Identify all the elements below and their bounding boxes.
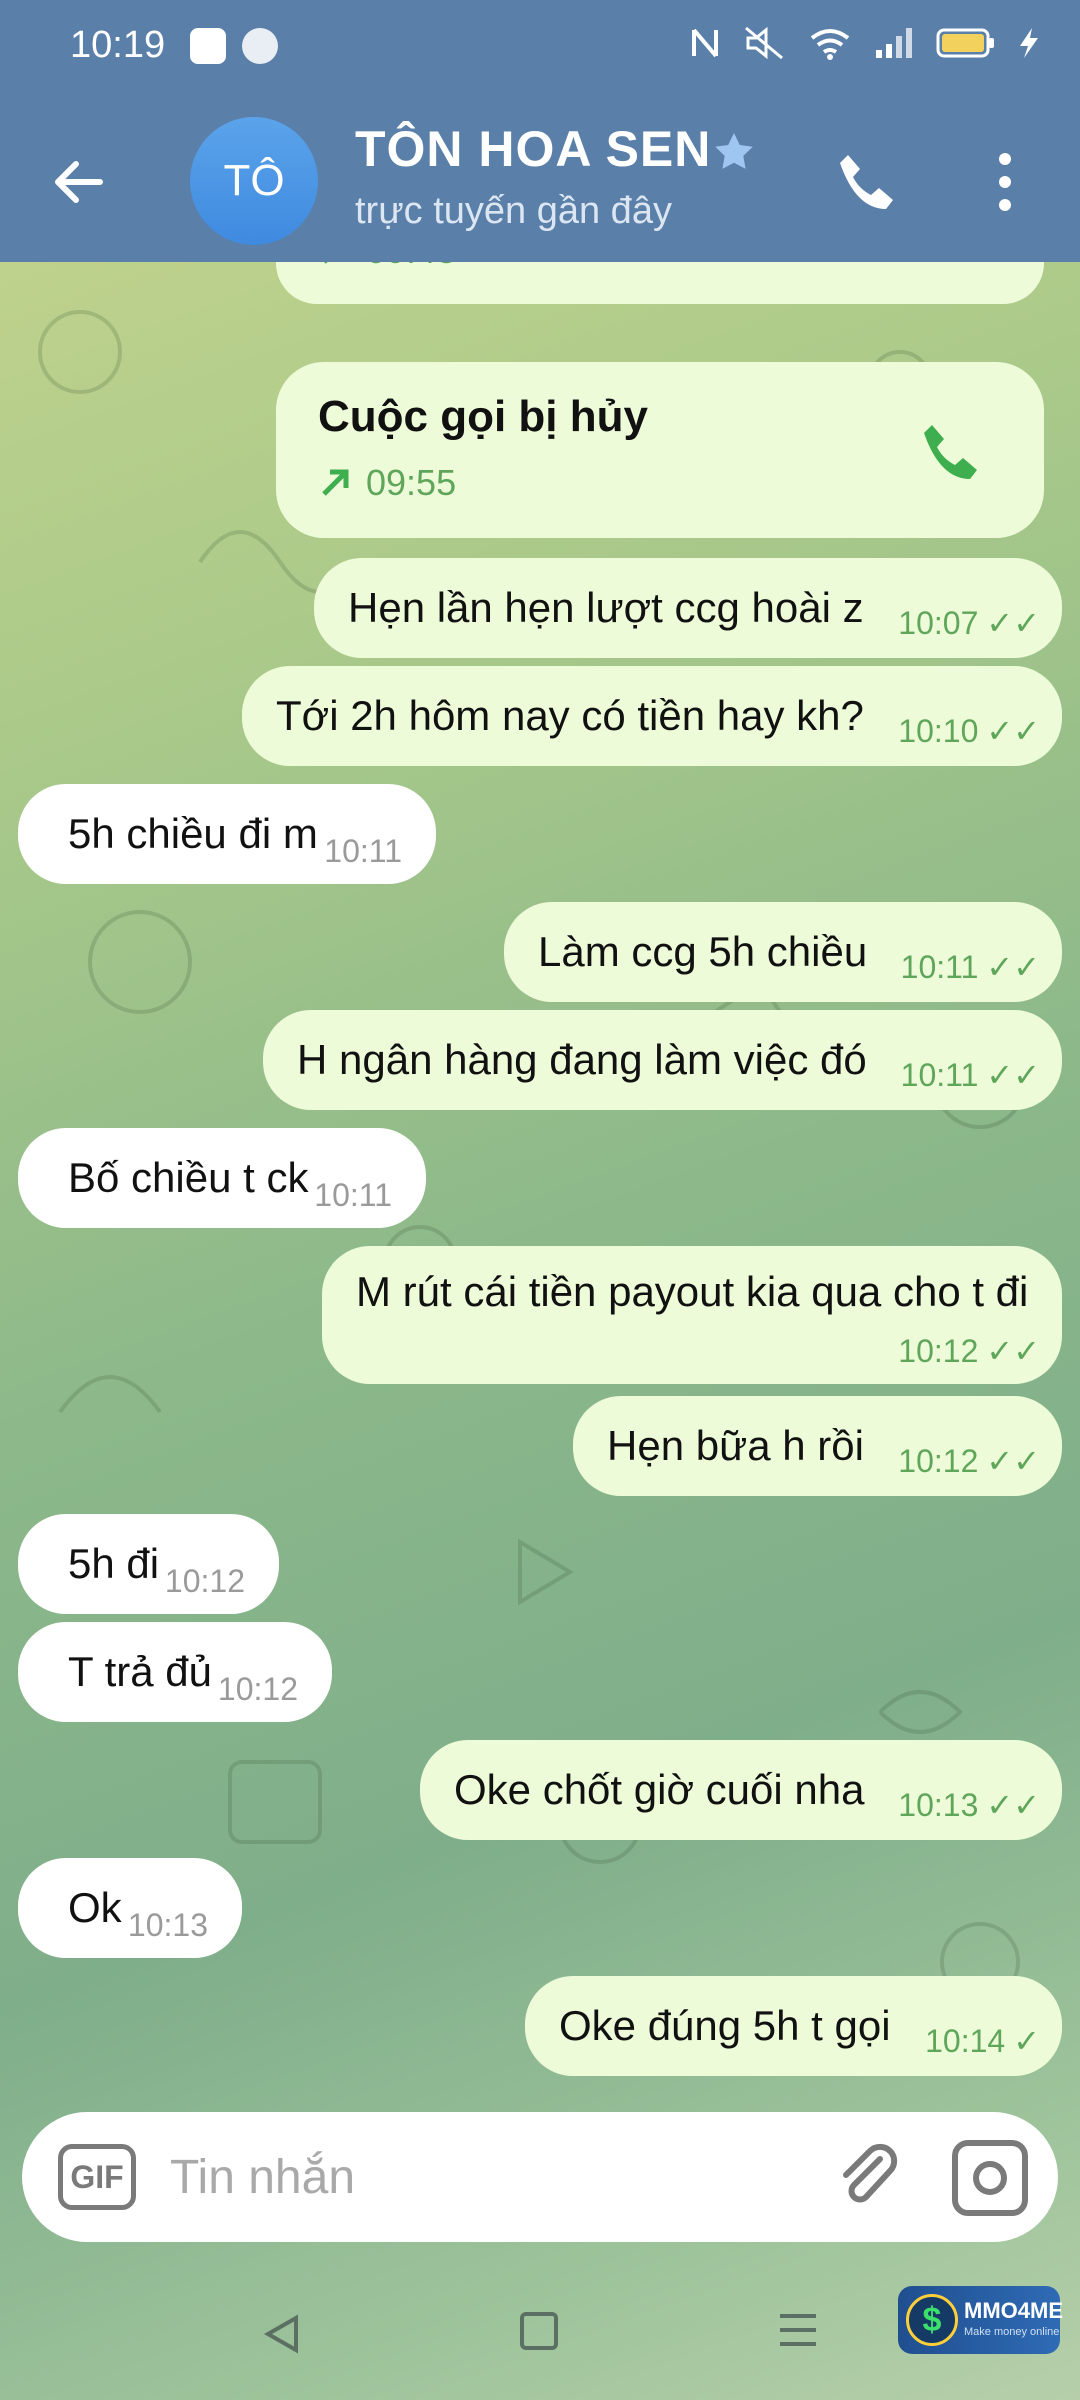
charging-icon (1020, 28, 1038, 58)
outgoing-message[interactable]: Làm ccg 5h chiều 10:11 ✓✓ (504, 902, 1062, 1002)
status-bar: 10:19 (0, 0, 1080, 92)
phone-call-icon[interactable] (830, 147, 900, 217)
message-composer: GIF (22, 2112, 1058, 2242)
incoming-message[interactable]: 5h chiều đi m 10:11 (18, 784, 436, 884)
phone-icon[interactable] (914, 417, 984, 487)
double-check-icon: ✓✓ (986, 949, 1040, 985)
notification-app-icon (242, 28, 278, 64)
outgoing-message[interactable]: Hẹn lần hẹn lượt ccg hoài z 10:07 ✓✓ (314, 558, 1062, 658)
contact-name[interactable]: TÔN HOA SEN (355, 120, 711, 178)
call-message[interactable]: 09:43 (276, 262, 1044, 304)
signal-icon (876, 28, 912, 58)
outgoing-message[interactable]: H ngân hàng đang làm việc đó 10:11 ✓✓ (263, 1010, 1062, 1110)
avatar[interactable]: TÔ (190, 117, 318, 245)
incoming-message[interactable]: Ok 10:13 (18, 1858, 242, 1958)
nfc-icon (692, 28, 718, 58)
news-app-icon (190, 28, 226, 64)
nav-recents-icon[interactable] (778, 2310, 818, 2350)
more-menu-icon[interactable] (985, 147, 1025, 217)
last-seen-status: trực tuyến gần đây (355, 190, 672, 232)
outgoing-message[interactable]: Hẹn bữa h rồi 10:12 ✓✓ (573, 1396, 1062, 1496)
coin-icon: $ (906, 2294, 958, 2346)
double-check-icon: ✓✓ (986, 1787, 1040, 1823)
status-time: 10:19 (70, 24, 166, 66)
call-title: Cuộc gọi bị hủy (318, 392, 648, 441)
double-check-icon: ✓✓ (986, 605, 1040, 641)
gif-button[interactable]: GIF (58, 2144, 136, 2210)
message-meta: 10:12 ✓✓ (898, 1442, 1040, 1480)
star-icon (715, 133, 753, 169)
outgoing-message[interactable]: Oke chốt giờ cuối nha 10:13 ✓✓ (420, 1740, 1062, 1840)
outgoing-message[interactable]: M rút cái tiền payout kia qua cho t đi 1… (322, 1246, 1062, 1384)
mute-icon (745, 26, 783, 60)
outgoing-message[interactable]: Oke đúng 5h t gọi 10:14 ✓ (525, 1976, 1062, 2076)
outgoing-message[interactable]: Tới 2h hôm nay có tiền hay kh? 10:10 ✓✓ (242, 666, 1062, 766)
battery-icon (936, 28, 994, 58)
single-check-icon: ✓ (1013, 2023, 1040, 2059)
message-meta: 10:11 ✓✓ (900, 948, 1040, 986)
chat-header: TÔ TÔN HOA SEN trực tuyến gần đây (0, 92, 1080, 262)
call-time: 09:55 (318, 462, 456, 504)
system-nav-bar: $ MMO4ME Make money online (0, 2262, 1080, 2400)
message-meta: 10:11 ✓✓ (900, 1056, 1040, 1094)
message-meta: 10:12 (164, 1563, 245, 1599)
message-input[interactable] (170, 2142, 810, 2212)
camera-icon[interactable] (952, 2140, 1028, 2216)
paperclip-icon[interactable] (828, 2137, 908, 2217)
back-arrow-icon[interactable] (40, 142, 120, 222)
wifi-icon (810, 29, 850, 60)
top-bar: 10:19 TÔ TÔN HOA SEN trực tuyến gần đây (0, 0, 1080, 262)
double-check-icon: ✓✓ (986, 713, 1040, 749)
double-check-icon: ✓✓ (986, 1443, 1040, 1479)
incoming-message[interactable]: Bố chiều t ck 10:11 (18, 1128, 426, 1228)
message-meta: 10:11 (324, 833, 402, 869)
call-time: 09:43 (318, 262, 456, 272)
nav-home-icon[interactable] (520, 2312, 558, 2350)
message-meta: 10:10 ✓✓ (898, 712, 1040, 750)
nav-back-icon[interactable] (262, 2314, 302, 2354)
outgoing-arrow-icon (322, 469, 349, 496)
brand-watermark: $ MMO4ME Make money online (898, 2286, 1063, 2354)
outgoing-arrow-icon (324, 262, 328, 264)
incoming-message[interactable]: T trả đủ 10:12 (18, 1622, 332, 1722)
message-meta: 10:07 ✓✓ (898, 604, 1040, 642)
message-meta: 10:13 ✓✓ (898, 1786, 1040, 1824)
message-meta: 10:11 (314, 1177, 392, 1213)
double-check-icon: ✓✓ (986, 1057, 1040, 1093)
message-meta: 10:13 (127, 1907, 208, 1943)
message-meta: 10:12 ✓✓ (898, 1332, 1040, 1370)
call-message[interactable]: Cuộc gọi bị hủy 09:55 (276, 362, 1044, 538)
message-meta: 10:14 ✓ (925, 2022, 1040, 2060)
message-meta: 10:12 (217, 1671, 298, 1707)
incoming-message[interactable]: 5h đi 10:12 (18, 1514, 279, 1614)
message-list[interactable]: 09:43 Cuộc gọi bị hủy 09:55 Hẹn lần hẹn … (0, 262, 1080, 2112)
double-check-icon: ✓✓ (986, 1333, 1040, 1369)
